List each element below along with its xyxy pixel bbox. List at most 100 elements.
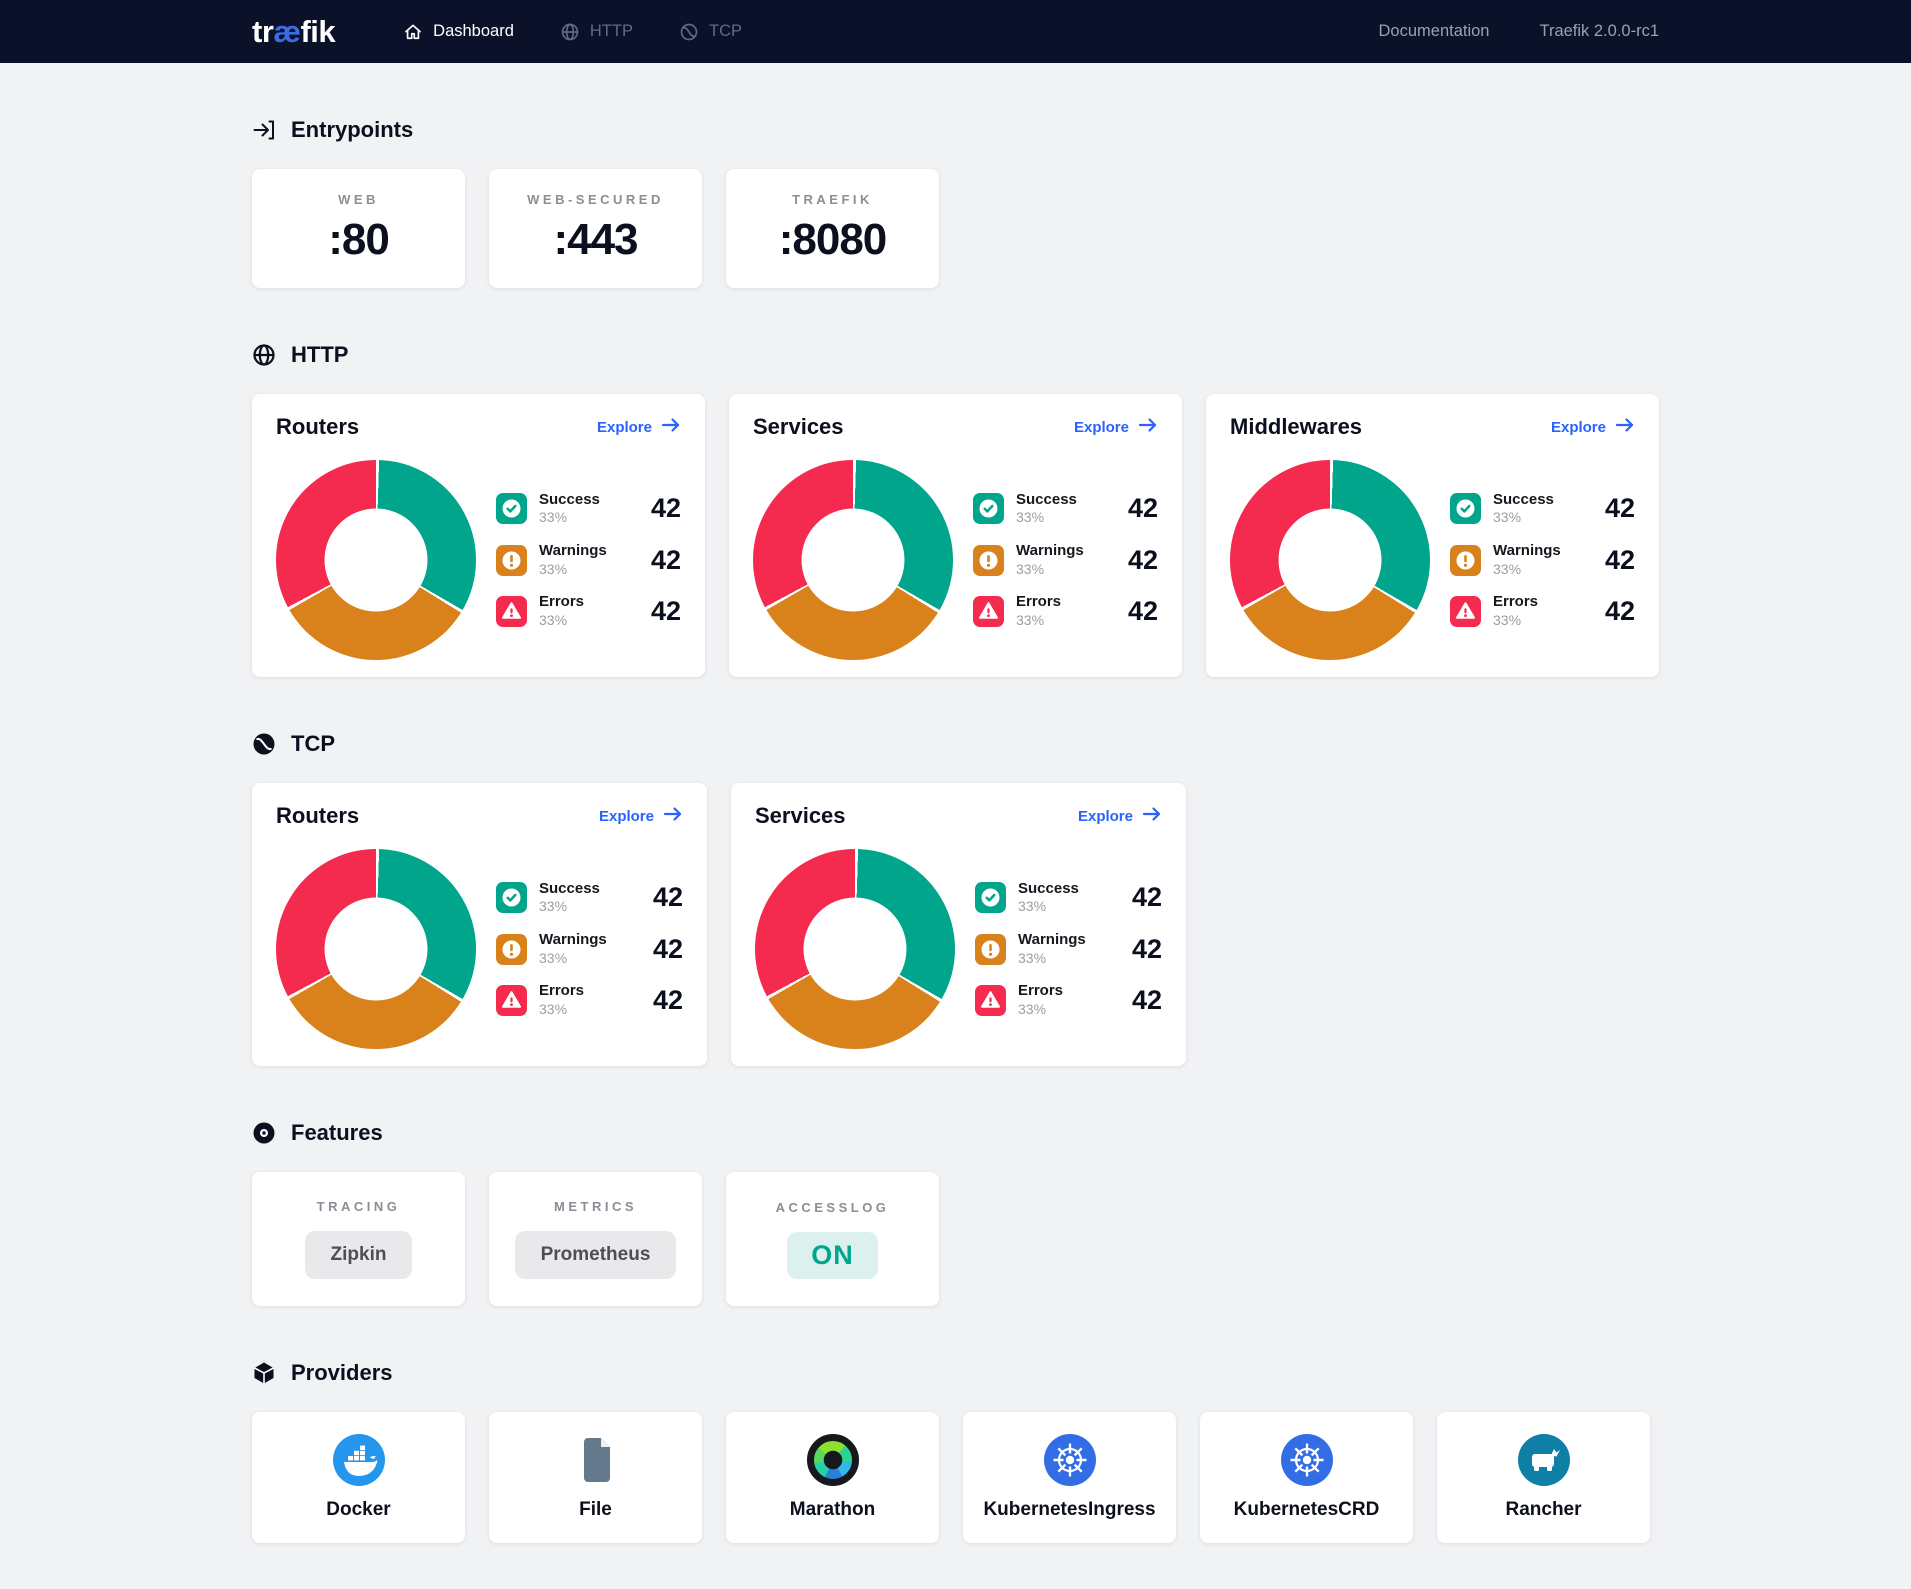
provider-label: KubernetesIngress bbox=[983, 1499, 1155, 1521]
explore-label: Explore bbox=[1074, 419, 1129, 436]
legend-percent: 33% bbox=[1016, 509, 1077, 527]
providers-cards: Docker File Marathon KubernetesIngress K… bbox=[252, 1412, 1659, 1543]
legend-label: Errors bbox=[539, 593, 584, 612]
provider-card-docker: Docker bbox=[252, 1412, 465, 1543]
legend-row-errors: Errors33% 42 bbox=[1450, 593, 1635, 629]
legend-label: Warnings bbox=[1018, 931, 1086, 950]
tcp-icon bbox=[679, 22, 699, 42]
error-icon bbox=[1450, 596, 1481, 627]
globe-icon bbox=[252, 343, 276, 367]
section-title: Entrypoints bbox=[291, 117, 413, 143]
legend-count: 42 bbox=[1132, 882, 1162, 913]
legend-count: 42 bbox=[1605, 545, 1635, 576]
legend-percent: 33% bbox=[1493, 561, 1561, 579]
legend-label: Success bbox=[539, 491, 600, 510]
provider-label: File bbox=[579, 1499, 612, 1521]
rancher-icon bbox=[1518, 1434, 1570, 1486]
provider-card-marathon: Marathon bbox=[726, 1412, 939, 1543]
features-section-header: Features bbox=[252, 1120, 1659, 1146]
donut-chart bbox=[755, 849, 955, 1049]
legend-row-success: Success33% 42 bbox=[973, 491, 1158, 527]
card-title: Routers bbox=[276, 414, 359, 440]
tcp-cards: Routers Explore Success33% 42 bbox=[252, 783, 1659, 1066]
legend-count: 42 bbox=[1132, 985, 1162, 1016]
feature-value-chip: ON bbox=[787, 1232, 878, 1279]
explore-label: Explore bbox=[1551, 419, 1606, 436]
features-cards: TRACING Zipkin METRICS Prometheus ACCESS… bbox=[252, 1172, 1659, 1306]
error-icon bbox=[496, 985, 527, 1016]
legend-row-success: Success33% 42 bbox=[496, 880, 683, 916]
explore-link[interactable]: Explore bbox=[1078, 806, 1162, 826]
legend-row-errors: Errors33% 42 bbox=[975, 982, 1162, 1018]
entrypoint-name: WEB-SECURED bbox=[527, 192, 664, 207]
logo-part: æ bbox=[273, 14, 300, 49]
legend-percent: 33% bbox=[539, 561, 607, 579]
legend-row-warnings: Warnings33% 42 bbox=[496, 542, 681, 578]
donut-chart bbox=[276, 460, 476, 660]
provider-label: Rancher bbox=[1505, 1499, 1581, 1521]
entrypoint-name: TRAEFIK bbox=[792, 192, 873, 207]
warning-icon bbox=[496, 545, 527, 576]
http-services-card: Services Explore Success33% 42 bbox=[729, 394, 1182, 677]
explore-link[interactable]: Explore bbox=[1074, 417, 1158, 437]
arrow-right-icon bbox=[661, 417, 681, 437]
kubernetes-icon bbox=[1044, 1434, 1096, 1486]
donut-chart bbox=[276, 849, 476, 1049]
docker-icon bbox=[333, 1434, 385, 1486]
chart-legend: Success33% 42 Warnings33% 42 Errors33% 4… bbox=[496, 880, 683, 1019]
card-title: Services bbox=[753, 414, 844, 440]
entrypoint-port: :443 bbox=[553, 215, 637, 265]
provider-card-kubernetes-ingress: KubernetesIngress bbox=[963, 1412, 1176, 1543]
arrow-right-icon bbox=[1142, 806, 1162, 826]
top-navbar: træfik Dashboard HTTP TCP bbox=[0, 0, 1911, 63]
feature-name: TRACING bbox=[317, 1199, 401, 1214]
version-label: Traefik 2.0.0-rc1 bbox=[1539, 22, 1659, 41]
legend-count: 42 bbox=[651, 493, 681, 524]
http-section-header: HTTP bbox=[252, 342, 1659, 368]
logo-part: fik bbox=[300, 14, 335, 49]
error-icon bbox=[973, 596, 1004, 627]
explore-link[interactable]: Explore bbox=[1551, 417, 1635, 437]
section-title: Features bbox=[291, 1120, 383, 1146]
nav-item-label: TCP bbox=[709, 22, 742, 41]
explore-link[interactable]: Explore bbox=[599, 806, 683, 826]
home-icon bbox=[403, 22, 423, 42]
explore-link[interactable]: Explore bbox=[597, 417, 681, 437]
error-icon bbox=[496, 596, 527, 627]
legend-count: 42 bbox=[1128, 545, 1158, 576]
legend-row-success: Success33% 42 bbox=[975, 880, 1162, 916]
documentation-link[interactable]: Documentation bbox=[1379, 22, 1490, 41]
legend-percent: 33% bbox=[539, 612, 584, 630]
legend-row-errors: Errors33% 42 bbox=[496, 593, 681, 629]
legend-label: Errors bbox=[1493, 593, 1538, 612]
legend-label: Errors bbox=[539, 982, 584, 1001]
nav-item-http[interactable]: HTTP bbox=[560, 22, 633, 42]
http-routers-card: Routers Explore Success 33% 42 bbox=[252, 394, 705, 677]
legend-count: 42 bbox=[653, 985, 683, 1016]
feature-card-tracing: TRACING Zipkin bbox=[252, 1172, 465, 1306]
feature-card-accesslog: ACCESSLOG ON bbox=[726, 1172, 939, 1306]
legend-label: Success bbox=[1016, 491, 1077, 510]
provider-label: Marathon bbox=[790, 1499, 876, 1521]
success-icon bbox=[975, 882, 1006, 913]
legend-count: 42 bbox=[653, 882, 683, 913]
nav-item-tcp[interactable]: TCP bbox=[679, 22, 742, 42]
legend-row-errors: Errors33% 42 bbox=[973, 593, 1158, 629]
nav-item-dashboard[interactable]: Dashboard bbox=[403, 22, 514, 42]
legend-percent: 33% bbox=[1493, 612, 1538, 630]
section-title: TCP bbox=[291, 731, 335, 757]
tcp-services-card: Services Explore Success33% 42 bbox=[731, 783, 1186, 1066]
feature-value-chip: Prometheus bbox=[515, 1231, 677, 1279]
tcp-section-header: TCP bbox=[252, 731, 1659, 757]
entrypoint-card-web: WEB :80 bbox=[252, 169, 465, 288]
legend-count: 42 bbox=[653, 934, 683, 965]
traefik-logo[interactable]: træfik bbox=[252, 14, 335, 50]
chart-legend: Success33% 42 Warnings33% 42 Errors33% 4… bbox=[1450, 491, 1635, 630]
success-icon bbox=[973, 493, 1004, 524]
legend-percent: 33% bbox=[539, 950, 607, 968]
legend-label: Warnings bbox=[539, 542, 607, 561]
section-title: HTTP bbox=[291, 342, 348, 368]
globe-icon bbox=[560, 22, 580, 42]
providers-section-header: Providers bbox=[252, 1360, 1659, 1386]
entrypoint-port: :8080 bbox=[779, 215, 887, 265]
